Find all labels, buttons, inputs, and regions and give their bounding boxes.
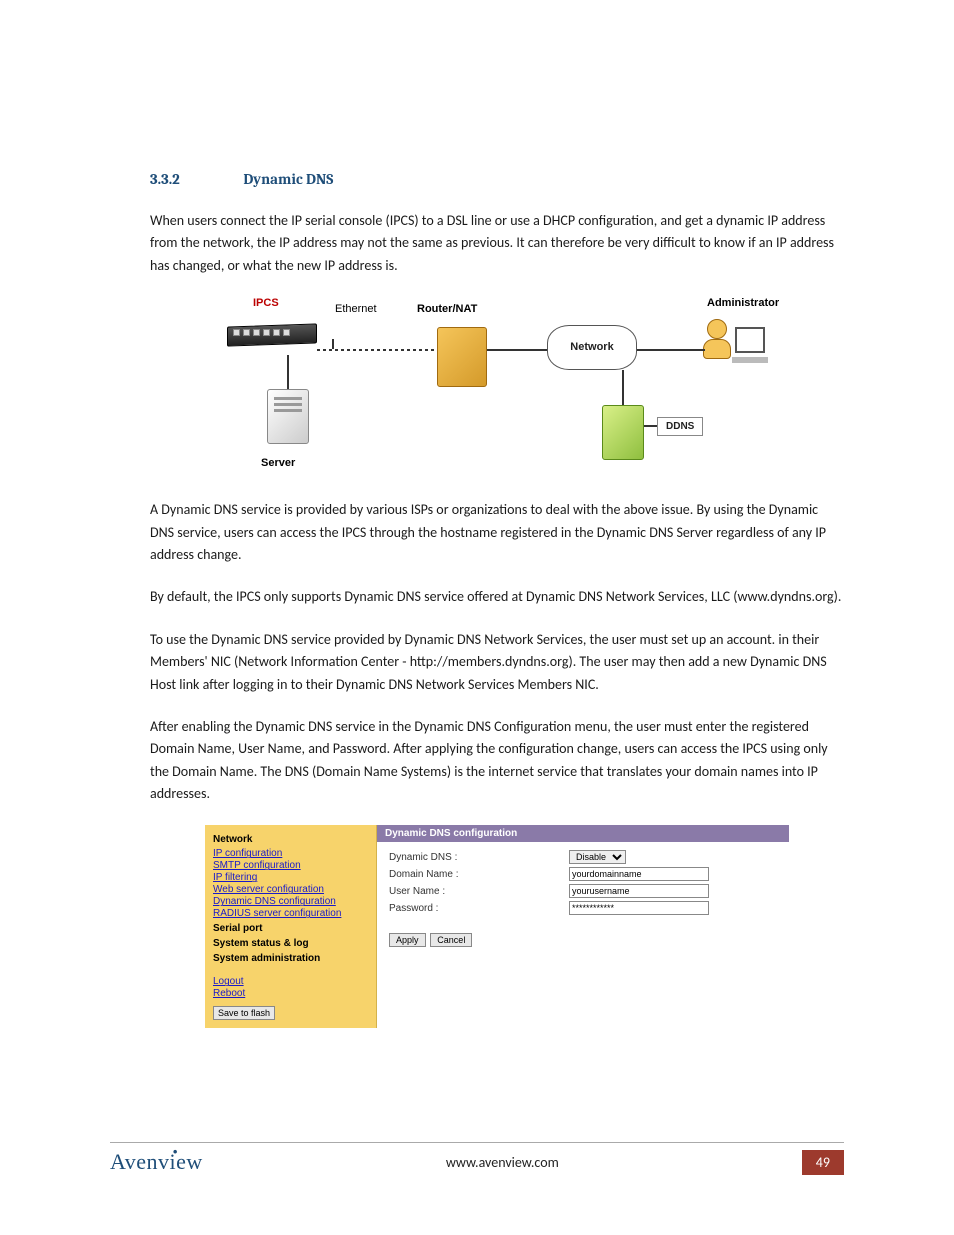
network-diagram: IPCS Ethernet Router/NAT Administrator S…	[217, 297, 777, 477]
save-to-flash-button[interactable]: Save to flash	[213, 1006, 275, 1020]
input-user-name[interactable]	[569, 884, 709, 898]
sidebar-header-status: System status & log	[213, 938, 368, 949]
sidebar-link-ip[interactable]: IP configuration	[213, 848, 368, 859]
label-domain-name: Domain Name :	[389, 869, 569, 880]
input-domain-name[interactable]	[569, 867, 709, 881]
sidebar-link-ipfilter[interactable]: IP filtering	[213, 872, 368, 883]
diagram-server	[267, 389, 309, 444]
diagram-label-ipcs: IPCS	[253, 297, 279, 309]
diagram-ddns-server	[602, 405, 644, 460]
sidebar-link-reboot[interactable]: Reboot	[213, 988, 368, 999]
paragraph: When users connect the IP serial console…	[150, 210, 844, 277]
diagram-label-admin: Administrator	[707, 297, 779, 309]
diagram-ipcs-device	[227, 325, 317, 355]
sidebar-link-web[interactable]: Web server configuration	[213, 884, 368, 895]
sidebar-link-logout[interactable]: Logout	[213, 976, 368, 987]
config-sidebar: Network IP configuration SMTP configurat…	[205, 825, 377, 1028]
label-password: Password :	[389, 903, 569, 914]
paragraph: After enabling the Dynamic DNS service i…	[150, 716, 844, 806]
paragraph: To use the Dynamic DNS service provided …	[150, 629, 844, 696]
config-main: Dynamic DNS configuration Dynamic DNS : …	[377, 825, 789, 1028]
diagram-label-ethernet: Ethernet	[335, 303, 377, 315]
diagram-router	[437, 327, 487, 387]
brand-logo: Avenview	[110, 1149, 203, 1175]
sidebar-link-radius[interactable]: RADIUS server configuration	[213, 908, 368, 919]
section-title: Dynamic DNS	[243, 170, 333, 188]
label-dynamic-dns: Dynamic DNS :	[389, 852, 569, 863]
diagram-label-router: Router/NAT	[417, 303, 477, 315]
sidebar-header-network: Network	[213, 834, 368, 845]
diagram-label-server: Server	[261, 457, 295, 469]
section-heading: 3.3.2 Dynamic DNS	[150, 170, 844, 188]
paragraph: By default, the IPCS only supports Dynam…	[150, 586, 844, 608]
select-dynamic-dns[interactable]: Disable	[569, 850, 626, 864]
config-screenshot: Network IP configuration SMTP configurat…	[205, 825, 789, 1028]
label-user-name: User Name :	[389, 886, 569, 897]
diagram-label-ddns: DDNS	[657, 417, 703, 436]
footer-url: www.avenview.com	[203, 1154, 802, 1171]
diagram-network-cloud: Network	[547, 325, 637, 370]
page-number: 49	[802, 1150, 844, 1175]
cancel-button[interactable]: Cancel	[430, 933, 472, 947]
sidebar-header-admin: System administration	[213, 953, 368, 964]
diagram-administrator	[705, 317, 770, 372]
input-password[interactable]	[569, 901, 709, 915]
config-title-bar: Dynamic DNS configuration	[377, 825, 789, 842]
sidebar-link-smtp[interactable]: SMTP configuration	[213, 860, 368, 871]
paragraph: A Dynamic DNS service is provided by var…	[150, 499, 844, 566]
apply-button[interactable]: Apply	[389, 933, 426, 947]
section-number: 3.3.2	[150, 170, 240, 188]
sidebar-header-serial: Serial port	[213, 923, 368, 934]
sidebar-link-ddns[interactable]: Dynamic DNS configuration	[213, 896, 368, 907]
page-footer: Avenview www.avenview.com 49	[110, 1142, 844, 1175]
